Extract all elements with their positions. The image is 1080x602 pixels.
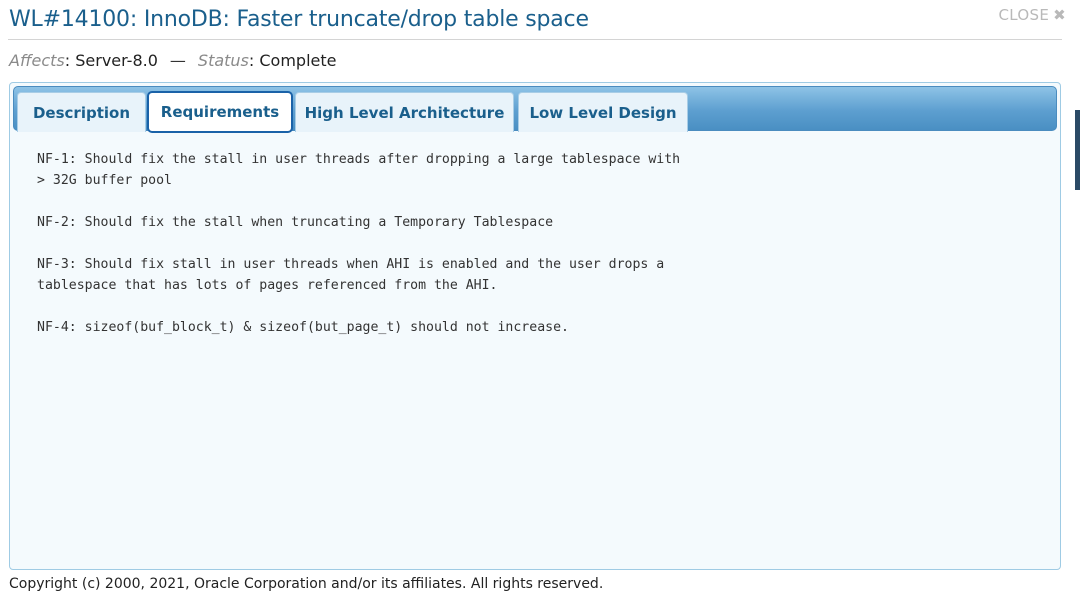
tab-description[interactable]: Description — [17, 92, 146, 132]
tab-low-level-design[interactable]: Low Level Design — [518, 92, 688, 132]
close-label: CLOSE — [998, 6, 1050, 24]
requirement-item: NF-3: Should fix stall in user threads w… — [37, 257, 665, 293]
close-icon: ✖ — [1053, 6, 1066, 24]
copyright-footer: Copyright (c) 2000, 2021, Oracle Corpora… — [9, 576, 604, 592]
affects-label: Affects — [9, 51, 65, 70]
status-label: Status — [197, 51, 249, 70]
page-title: WL#14100: InnoDB: Faster truncate/drop t… — [9, 7, 589, 32]
close-button[interactable]: CLOSE ✖ — [999, 6, 1066, 24]
requirements-content: NF-1: Should fix the stall in user threa… — [37, 149, 680, 359]
affects-value: Server-8.0 — [75, 51, 158, 70]
status-value: Complete — [259, 51, 337, 70]
requirement-item: NF-2: Should fix the stall when truncati… — [37, 215, 554, 230]
meta-separator: — — [169, 51, 186, 70]
worklog-meta: Affects: Server-8.0 — Status: Complete — [9, 51, 336, 70]
scrollbar[interactable] — [1075, 110, 1080, 190]
tab-bar: Description Requirements High Level Arch… — [13, 86, 1057, 133]
colon: : — [64, 51, 76, 70]
requirement-item: NF-1: Should fix the stall in user threa… — [37, 152, 681, 188]
tab-requirements[interactable]: Requirements — [147, 91, 293, 133]
tabs-panel: Description Requirements High Level Arch… — [9, 82, 1061, 570]
requirement-item: NF-4: sizeof(buf_block_t) & sizeof(but_p… — [37, 320, 569, 335]
tab-high-level-architecture[interactable]: High Level Architecture — [295, 92, 514, 132]
title-divider — [8, 39, 1062, 40]
colon: : — [248, 51, 260, 70]
